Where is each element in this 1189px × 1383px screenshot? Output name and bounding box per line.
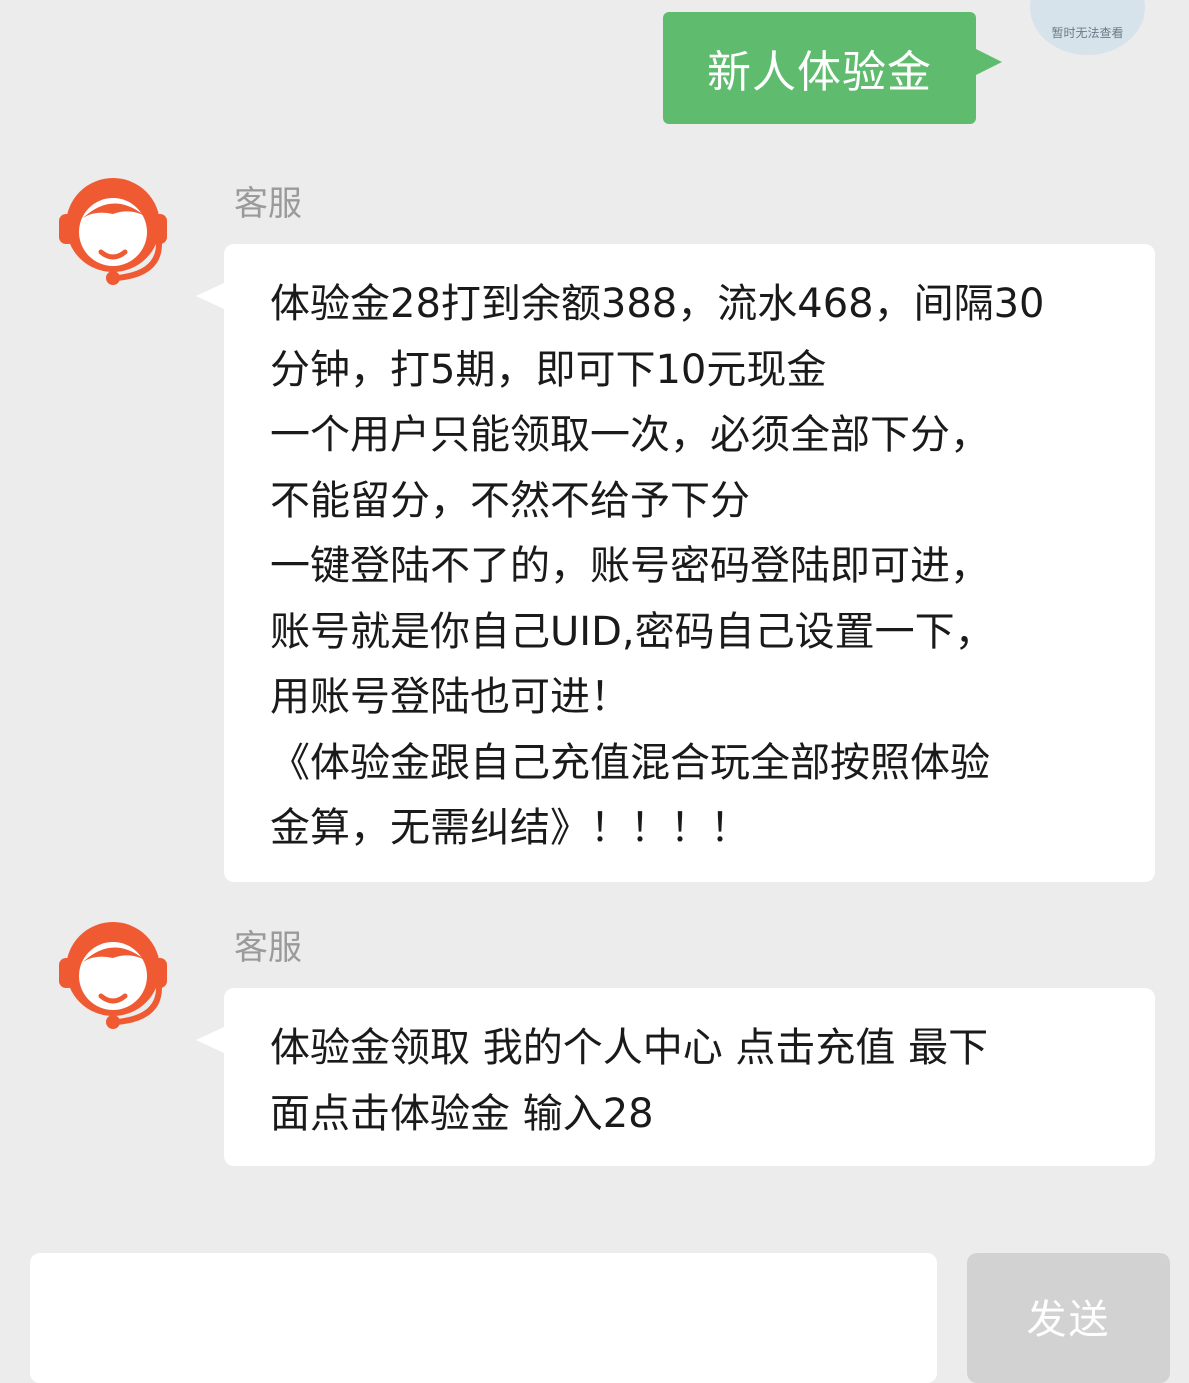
outgoing-message-text: 新人体验金 [707, 47, 932, 98]
message-line: 一键登陆不了的，账号密码登陆即可进， [270, 543, 990, 589]
self-avatar[interactable]: 暂时无法查看 [1030, 0, 1145, 55]
avatar-caption: 暂时无法查看 [1051, 26, 1124, 40]
message-line: 用账号登陆也可进！ [270, 674, 630, 720]
message-line: 面点击体验金 输入28 [270, 1090, 654, 1137]
incoming-message-bubble[interactable]: 体验金28打到余额388，流水468，间隔30 分钟，打5期，即可下10元现金 … [224, 244, 1155, 882]
message-line: 《体验金跟自己充值混合玩全部按照体验 [270, 739, 990, 786]
message-line: 体验金28打到余额388，流水468，间隔30 [270, 281, 1045, 327]
message-line: 分钟，打5期，即可下10元现金 [270, 346, 827, 393]
sender-name: 客服 [234, 184, 302, 224]
incoming-bubble-tail [196, 1026, 226, 1054]
message-line: 不能留分，不然不给予下分 [270, 477, 750, 524]
send-button-label: 发送 [1026, 1297, 1111, 1343]
customer-service-headset-icon[interactable] [55, 170, 173, 288]
sender-name: 客服 [234, 928, 302, 968]
message-line: 金算，无需纠结》！！！！ [270, 805, 750, 851]
incoming-bubble-tail [196, 282, 226, 310]
send-button[interactable]: 发送 [967, 1253, 1170, 1383]
incoming-message-bubble[interactable]: 体验金领取 我的个人中心 点击充值 最下 面点击体验金 输入28 [224, 988, 1155, 1166]
chat-area: 暂时无法查看 新人体验金 客服 体验金28打到余额388，流水468，间隔30 … [0, 0, 1189, 1230]
message-input[interactable] [30, 1253, 937, 1383]
message-line: 体验金领取 我的个人中心 点击充值 最下 [270, 1025, 989, 1071]
outgoing-message-bubble[interactable]: 新人体验金 [663, 12, 976, 124]
outgoing-bubble-tail [974, 48, 1002, 76]
message-line: 账号就是你自己UID,密码自己设置一下， [270, 608, 995, 655]
customer-service-headset-icon[interactable] [55, 914, 173, 1032]
message-line: 一个用户只能领取一次，必须全部下分， [270, 412, 990, 458]
